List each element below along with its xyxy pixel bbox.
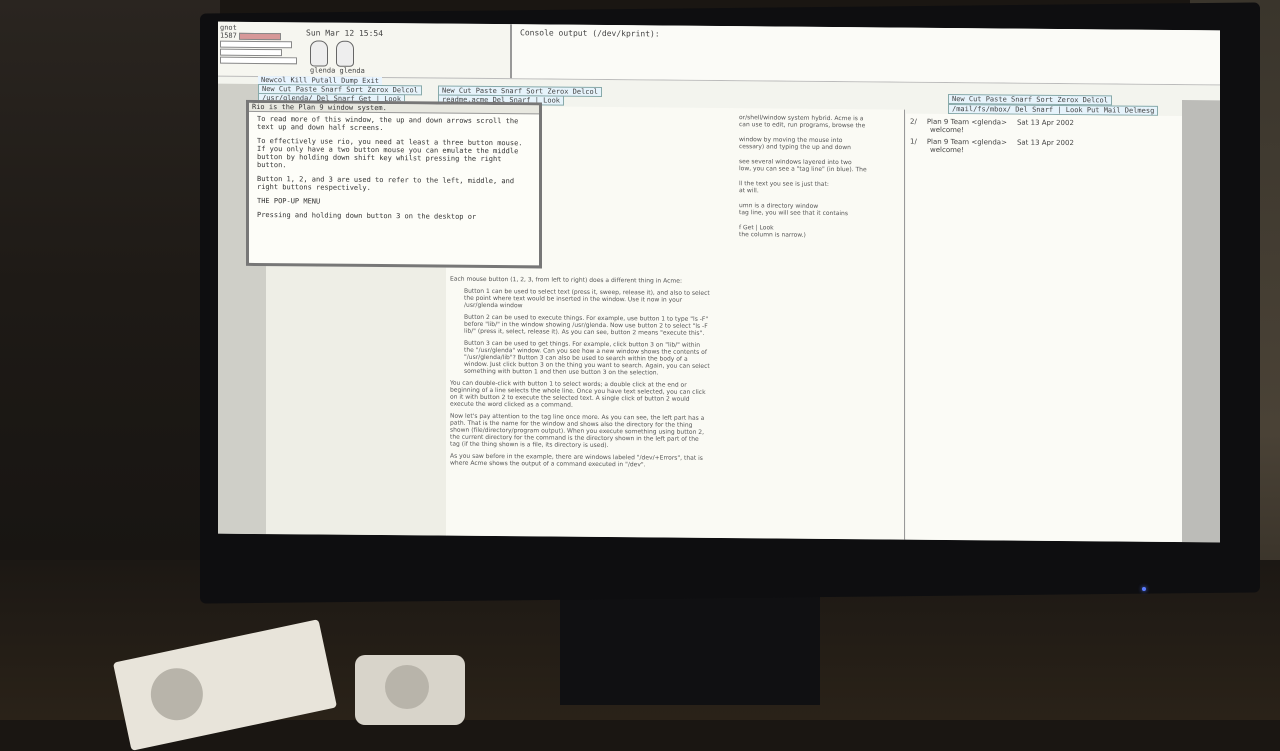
readme-text-lower[interactable]: Each mouse button (1, 2, 3, from left to… (450, 276, 710, 474)
console-title: Console output (/dev/kprint): (520, 28, 660, 39)
stat-bar (220, 48, 282, 56)
mail-subject: welcome! (930, 145, 965, 155)
socket-icon (146, 663, 208, 726)
stats-label: gnot (220, 23, 237, 32)
mail-num: 2/ (910, 117, 917, 126)
stats-label: 1587 (220, 31, 237, 40)
glenda-face-icon[interactable] (310, 40, 328, 67)
rio-help-paragraph: To read more of this window, the up and … (257, 114, 519, 133)
mail-message[interactable]: 2/Plan 9 Team <glenda> Sat 13 Apr 2002 wel… (906, 118, 1182, 136)
rio-help-paragraph: Pressing and holding down button 3 on th… (257, 210, 477, 221)
screen: gnot 1587 Sun Mar 12 15:54 glenda glenda… (218, 21, 1220, 543)
rio-help-paragraph: Button 1, 2, and 3 are used to refer to … (257, 174, 515, 192)
rio-help-window[interactable]: Rio is the Plan 9 window system. To read… (246, 99, 542, 269)
power-adapter (355, 655, 465, 725)
readme-paragraph: You can double-click with button 1 to se… (450, 379, 706, 409)
readme-paragraph: As you saw before in the example, there … (450, 452, 703, 469)
readme-paragraph: Each mouse button (1, 2, 3, from left to… (450, 275, 682, 285)
stat-bar (238, 32, 281, 40)
screen-edge (1182, 100, 1220, 543)
stats-panel: gnot 1587 (220, 24, 300, 75)
rio-help-paragraph: To effectively use rio, you need at leas… (257, 136, 523, 170)
mail-message[interactable]: 1/Plan 9 Team <glenda> Sat 13 Apr 2002 wel… (906, 138, 1182, 156)
readme-bullet: Button 2 can be used to execute things. … (464, 313, 709, 337)
faces-label: glenda glenda (310, 66, 365, 75)
mail-num: 1/ (910, 137, 917, 146)
mail-list[interactable]: 2/Plan 9 Team <glenda> Sat 13 Apr 2002 wel… (906, 118, 1182, 156)
mail-date: Sat 13 Apr 2002 (1016, 138, 1074, 148)
console-window[interactable]: Console output (/dev/kprint): (510, 24, 1220, 85)
faces-panel[interactable] (310, 40, 354, 67)
socket-icon (385, 665, 429, 709)
readme-bullet: Button 3 can be used to get things. For … (464, 339, 710, 377)
monitor-stand (560, 585, 820, 705)
glenda-face-icon[interactable] (336, 40, 354, 67)
rio-help-paragraph: THE POP-UP MENU (257, 196, 321, 206)
power-led-icon (1142, 587, 1146, 591)
mail-date: Sat 13 Apr 2002 (1016, 118, 1074, 128)
rio-top-bar: gnot 1587 Sun Mar 12 15:54 glenda glenda… (218, 21, 1220, 86)
clock: Sun Mar 12 15:54 (306, 28, 384, 39)
stat-bar (220, 56, 297, 64)
mail-window[interactable]: 2/Plan 9 Team <glenda> Sat 13 Apr 2002 wel… (906, 113, 1182, 543)
readme-bullet: Button 1 can be used to select text (pre… (464, 287, 710, 310)
readme-paragraph: Now let's pay attention to the tag line … (450, 412, 705, 450)
rio-help-body: To read more of this window, the up and … (249, 112, 539, 231)
stat-bar (220, 40, 292, 48)
mail-subject: welcome! (930, 125, 965, 135)
